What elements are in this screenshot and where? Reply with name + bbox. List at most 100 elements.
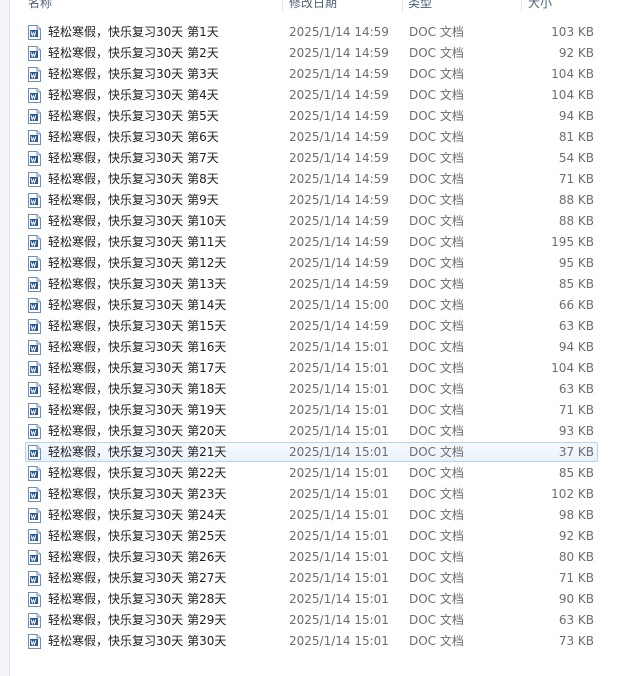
file-type: DOC 文档 bbox=[409, 508, 464, 522]
file-type: DOC 文档 bbox=[409, 487, 464, 501]
file-row[interactable]: 轻松寒假，快乐复习30天 第30天 2025/1/14 15:01 DOC 文档 73… bbox=[25, 631, 598, 651]
file-row[interactable]: 轻松寒假，快乐复习30天 第1天 2025/1/14 14:59 DOC 文档 103… bbox=[25, 22, 598, 42]
file-name[interactable]: 轻松寒假，快乐复习30天 第28天 bbox=[48, 590, 226, 608]
word-doc-icon bbox=[28, 298, 41, 313]
file-type: DOC 文档 bbox=[409, 193, 464, 207]
file-row[interactable]: 轻松寒假，快乐复习30天 第26天 2025/1/14 15:01 DOC 文档 80… bbox=[25, 547, 598, 567]
file-modified-date: 2025/1/14 15:01 bbox=[289, 340, 389, 354]
file-modified-date: 2025/1/14 15:01 bbox=[289, 361, 389, 375]
file-row[interactable]: 轻松寒假，快乐复习30天 第23天 2025/1/14 15:01 DOC 文档 10… bbox=[25, 484, 598, 504]
file-row[interactable]: 轻松寒假，快乐复习30天 第27天 2025/1/14 15:01 DOC 文档 71… bbox=[25, 568, 598, 588]
file-row[interactable]: 轻松寒假，快乐复习30天 第2天 2025/1/14 14:59 DOC 文档 92 … bbox=[25, 43, 598, 63]
file-type: DOC 文档 bbox=[409, 361, 464, 375]
file-row[interactable]: 轻松寒假，快乐复习30天 第5天 2025/1/14 14:59 DOC 文档 94 … bbox=[25, 106, 598, 126]
file-row[interactable]: 轻松寒假，快乐复习30天 第7天 2025/1/14 14:59 DOC 文档 54 … bbox=[25, 148, 598, 168]
file-name[interactable]: 轻松寒假，快乐复习30天 第11天 bbox=[48, 233, 226, 251]
file-row[interactable]: 轻松寒假，快乐复习30天 第14天 2025/1/14 15:00 DOC 文档 66… bbox=[25, 295, 598, 315]
file-size: 54 KB bbox=[558, 151, 594, 165]
file-row[interactable]: 轻松寒假，快乐复习30天 第19天 2025/1/14 15:01 DOC 文档 71… bbox=[25, 400, 598, 420]
column-divider[interactable] bbox=[521, 0, 522, 12]
file-type: DOC 文档 bbox=[409, 592, 464, 606]
file-name[interactable]: 轻松寒假，快乐复习30天 第24天 bbox=[48, 506, 226, 524]
file-row[interactable]: 轻松寒假，快乐复习30天 第15天 2025/1/14 14:59 DOC 文档 63… bbox=[25, 316, 598, 336]
file-modified-date: 2025/1/14 14:59 bbox=[289, 67, 389, 81]
file-name[interactable]: 轻松寒假，快乐复习30天 第2天 bbox=[48, 44, 219, 62]
file-name[interactable]: 轻松寒假，快乐复习30天 第6天 bbox=[48, 128, 219, 146]
file-row[interactable]: 轻松寒假，快乐复习30天 第21天 2025/1/14 15:01 DOC 文档 37… bbox=[25, 442, 598, 462]
file-name[interactable]: 轻松寒假，快乐复习30天 第3天 bbox=[48, 65, 219, 83]
file-row[interactable]: 轻松寒假，快乐复习30天 第6天 2025/1/14 14:59 DOC 文档 81 … bbox=[25, 127, 598, 147]
file-name[interactable]: 轻松寒假，快乐复习30天 第13天 bbox=[48, 275, 226, 293]
file-row[interactable]: 轻松寒假，快乐复习30天 第4天 2025/1/14 14:59 DOC 文档 104… bbox=[25, 85, 598, 105]
file-modified-date: 2025/1/14 14:59 bbox=[289, 256, 389, 270]
file-name[interactable]: 轻松寒假，快乐复习30天 第4天 bbox=[48, 86, 219, 104]
word-doc-icon bbox=[28, 151, 41, 166]
file-name[interactable]: 轻松寒假，快乐复习30天 第25天 bbox=[48, 527, 226, 545]
file-name[interactable]: 轻松寒假，快乐复习30天 第18天 bbox=[48, 380, 226, 398]
column-header-size[interactable]: 大小 bbox=[528, 0, 552, 12]
file-row[interactable]: 轻松寒假，快乐复习30天 第12天 2025/1/14 14:59 DOC 文档 95… bbox=[25, 253, 598, 273]
file-modified-date: 2025/1/14 14:59 bbox=[289, 25, 389, 39]
file-type: DOC 文档 bbox=[409, 424, 464, 438]
file-name[interactable]: 轻松寒假，快乐复习30天 第12天 bbox=[48, 254, 226, 272]
word-doc-icon bbox=[28, 214, 41, 229]
file-row[interactable]: 轻松寒假，快乐复习30天 第28天 2025/1/14 15:01 DOC 文档 90… bbox=[25, 589, 598, 609]
file-name[interactable]: 轻松寒假，快乐复习30天 第8天 bbox=[48, 170, 219, 188]
file-row[interactable]: 轻松寒假，快乐复习30天 第10天 2025/1/14 14:59 DOC 文档 88… bbox=[25, 211, 598, 231]
column-header: 名称 修改日期 类型 大小 bbox=[10, 0, 642, 12]
file-name[interactable]: 轻松寒假，快乐复习30天 第26天 bbox=[48, 548, 226, 566]
file-name[interactable]: 轻松寒假，快乐复习30天 第1天 bbox=[48, 23, 219, 41]
file-modified-date: 2025/1/14 15:01 bbox=[289, 529, 389, 543]
file-row[interactable]: 轻松寒假，快乐复习30天 第24天 2025/1/14 15:01 DOC 文档 98… bbox=[25, 505, 598, 525]
file-name[interactable]: 轻松寒假，快乐复习30天 第29天 bbox=[48, 611, 226, 629]
column-divider[interactable] bbox=[402, 0, 403, 12]
file-row[interactable]: 轻松寒假，快乐复习30天 第22天 2025/1/14 15:01 DOC 文档 85… bbox=[25, 463, 598, 483]
file-row[interactable]: 轻松寒假，快乐复习30天 第18天 2025/1/14 15:01 DOC 文档 63… bbox=[25, 379, 598, 399]
file-row[interactable]: 轻松寒假，快乐复习30天 第29天 2025/1/14 15:01 DOC 文档 63… bbox=[25, 610, 598, 630]
file-row[interactable]: 轻松寒假，快乐复习30天 第13天 2025/1/14 14:59 DOC 文档 85… bbox=[25, 274, 598, 294]
file-row[interactable]: 轻松寒假，快乐复习30天 第20天 2025/1/14 15:01 DOC 文档 93… bbox=[25, 421, 598, 441]
file-type: DOC 文档 bbox=[409, 256, 464, 270]
file-name[interactable]: 轻松寒假，快乐复习30天 第17天 bbox=[48, 359, 226, 377]
file-size: 92 KB bbox=[558, 46, 594, 60]
word-doc-icon bbox=[28, 403, 41, 418]
file-name[interactable]: 轻松寒假，快乐复习30天 第20天 bbox=[48, 422, 226, 440]
column-divider[interactable] bbox=[282, 0, 283, 12]
file-name[interactable]: 轻松寒假，快乐复习30天 第21天 bbox=[48, 443, 226, 461]
word-doc-icon bbox=[28, 508, 41, 523]
file-name[interactable]: 轻松寒假，快乐复习30天 第16天 bbox=[48, 338, 226, 356]
file-name[interactable]: 轻松寒假，快乐复习30天 第22天 bbox=[48, 464, 226, 482]
file-row[interactable]: 轻松寒假，快乐复习30天 第8天 2025/1/14 14:59 DOC 文档 71 … bbox=[25, 169, 598, 189]
file-row[interactable]: 轻松寒假，快乐复习30天 第9天 2025/1/14 14:59 DOC 文档 88 … bbox=[25, 190, 598, 210]
file-type: DOC 文档 bbox=[409, 46, 464, 60]
word-doc-icon bbox=[28, 466, 41, 481]
file-name[interactable]: 轻松寒假，快乐复习30天 第14天 bbox=[48, 296, 226, 314]
file-modified-date: 2025/1/14 14:59 bbox=[289, 46, 389, 60]
file-name[interactable]: 轻松寒假，快乐复习30天 第23天 bbox=[48, 485, 226, 503]
file-row[interactable]: 轻松寒假，快乐复习30天 第11天 2025/1/14 14:59 DOC 文档 19… bbox=[25, 232, 598, 252]
file-row[interactable]: 轻松寒假，快乐复习30天 第25天 2025/1/14 15:01 DOC 文档 92… bbox=[25, 526, 598, 546]
file-modified-date: 2025/1/14 14:59 bbox=[289, 319, 389, 333]
file-name[interactable]: 轻松寒假，快乐复习30天 第9天 bbox=[48, 191, 219, 209]
file-type: DOC 文档 bbox=[409, 571, 464, 585]
word-doc-icon bbox=[28, 46, 41, 61]
file-type: DOC 文档 bbox=[409, 466, 464, 480]
file-type: DOC 文档 bbox=[409, 634, 464, 648]
word-doc-icon bbox=[28, 361, 41, 376]
file-name[interactable]: 轻松寒假，快乐复习30天 第15天 bbox=[48, 317, 226, 335]
file-name[interactable]: 轻松寒假，快乐复习30天 第30天 bbox=[48, 632, 226, 650]
column-header-date[interactable]: 修改日期 bbox=[289, 0, 337, 12]
file-row[interactable]: 轻松寒假，快乐复习30天 第3天 2025/1/14 14:59 DOC 文档 104… bbox=[25, 64, 598, 84]
column-header-type[interactable]: 类型 bbox=[408, 0, 432, 12]
file-name[interactable]: 轻松寒假，快乐复习30天 第5天 bbox=[48, 107, 219, 125]
word-doc-icon bbox=[28, 235, 41, 250]
file-name[interactable]: 轻松寒假，快乐复习30天 第27天 bbox=[48, 569, 226, 587]
file-name[interactable]: 轻松寒假，快乐复习30天 第7天 bbox=[48, 149, 219, 167]
file-row[interactable]: 轻松寒假，快乐复习30天 第16天 2025/1/14 15:01 DOC 文档 94… bbox=[25, 337, 598, 357]
file-row[interactable]: 轻松寒假，快乐复习30天 第17天 2025/1/14 15:01 DOC 文档 10… bbox=[25, 358, 598, 378]
column-header-name[interactable]: 名称 bbox=[28, 0, 52, 12]
file-name[interactable]: 轻松寒假，快乐复习30天 第19天 bbox=[48, 401, 226, 419]
file-name[interactable]: 轻松寒假，快乐复习30天 第10天 bbox=[48, 212, 226, 230]
file-size: 92 KB bbox=[558, 529, 594, 543]
file-modified-date: 2025/1/14 15:01 bbox=[289, 382, 389, 396]
